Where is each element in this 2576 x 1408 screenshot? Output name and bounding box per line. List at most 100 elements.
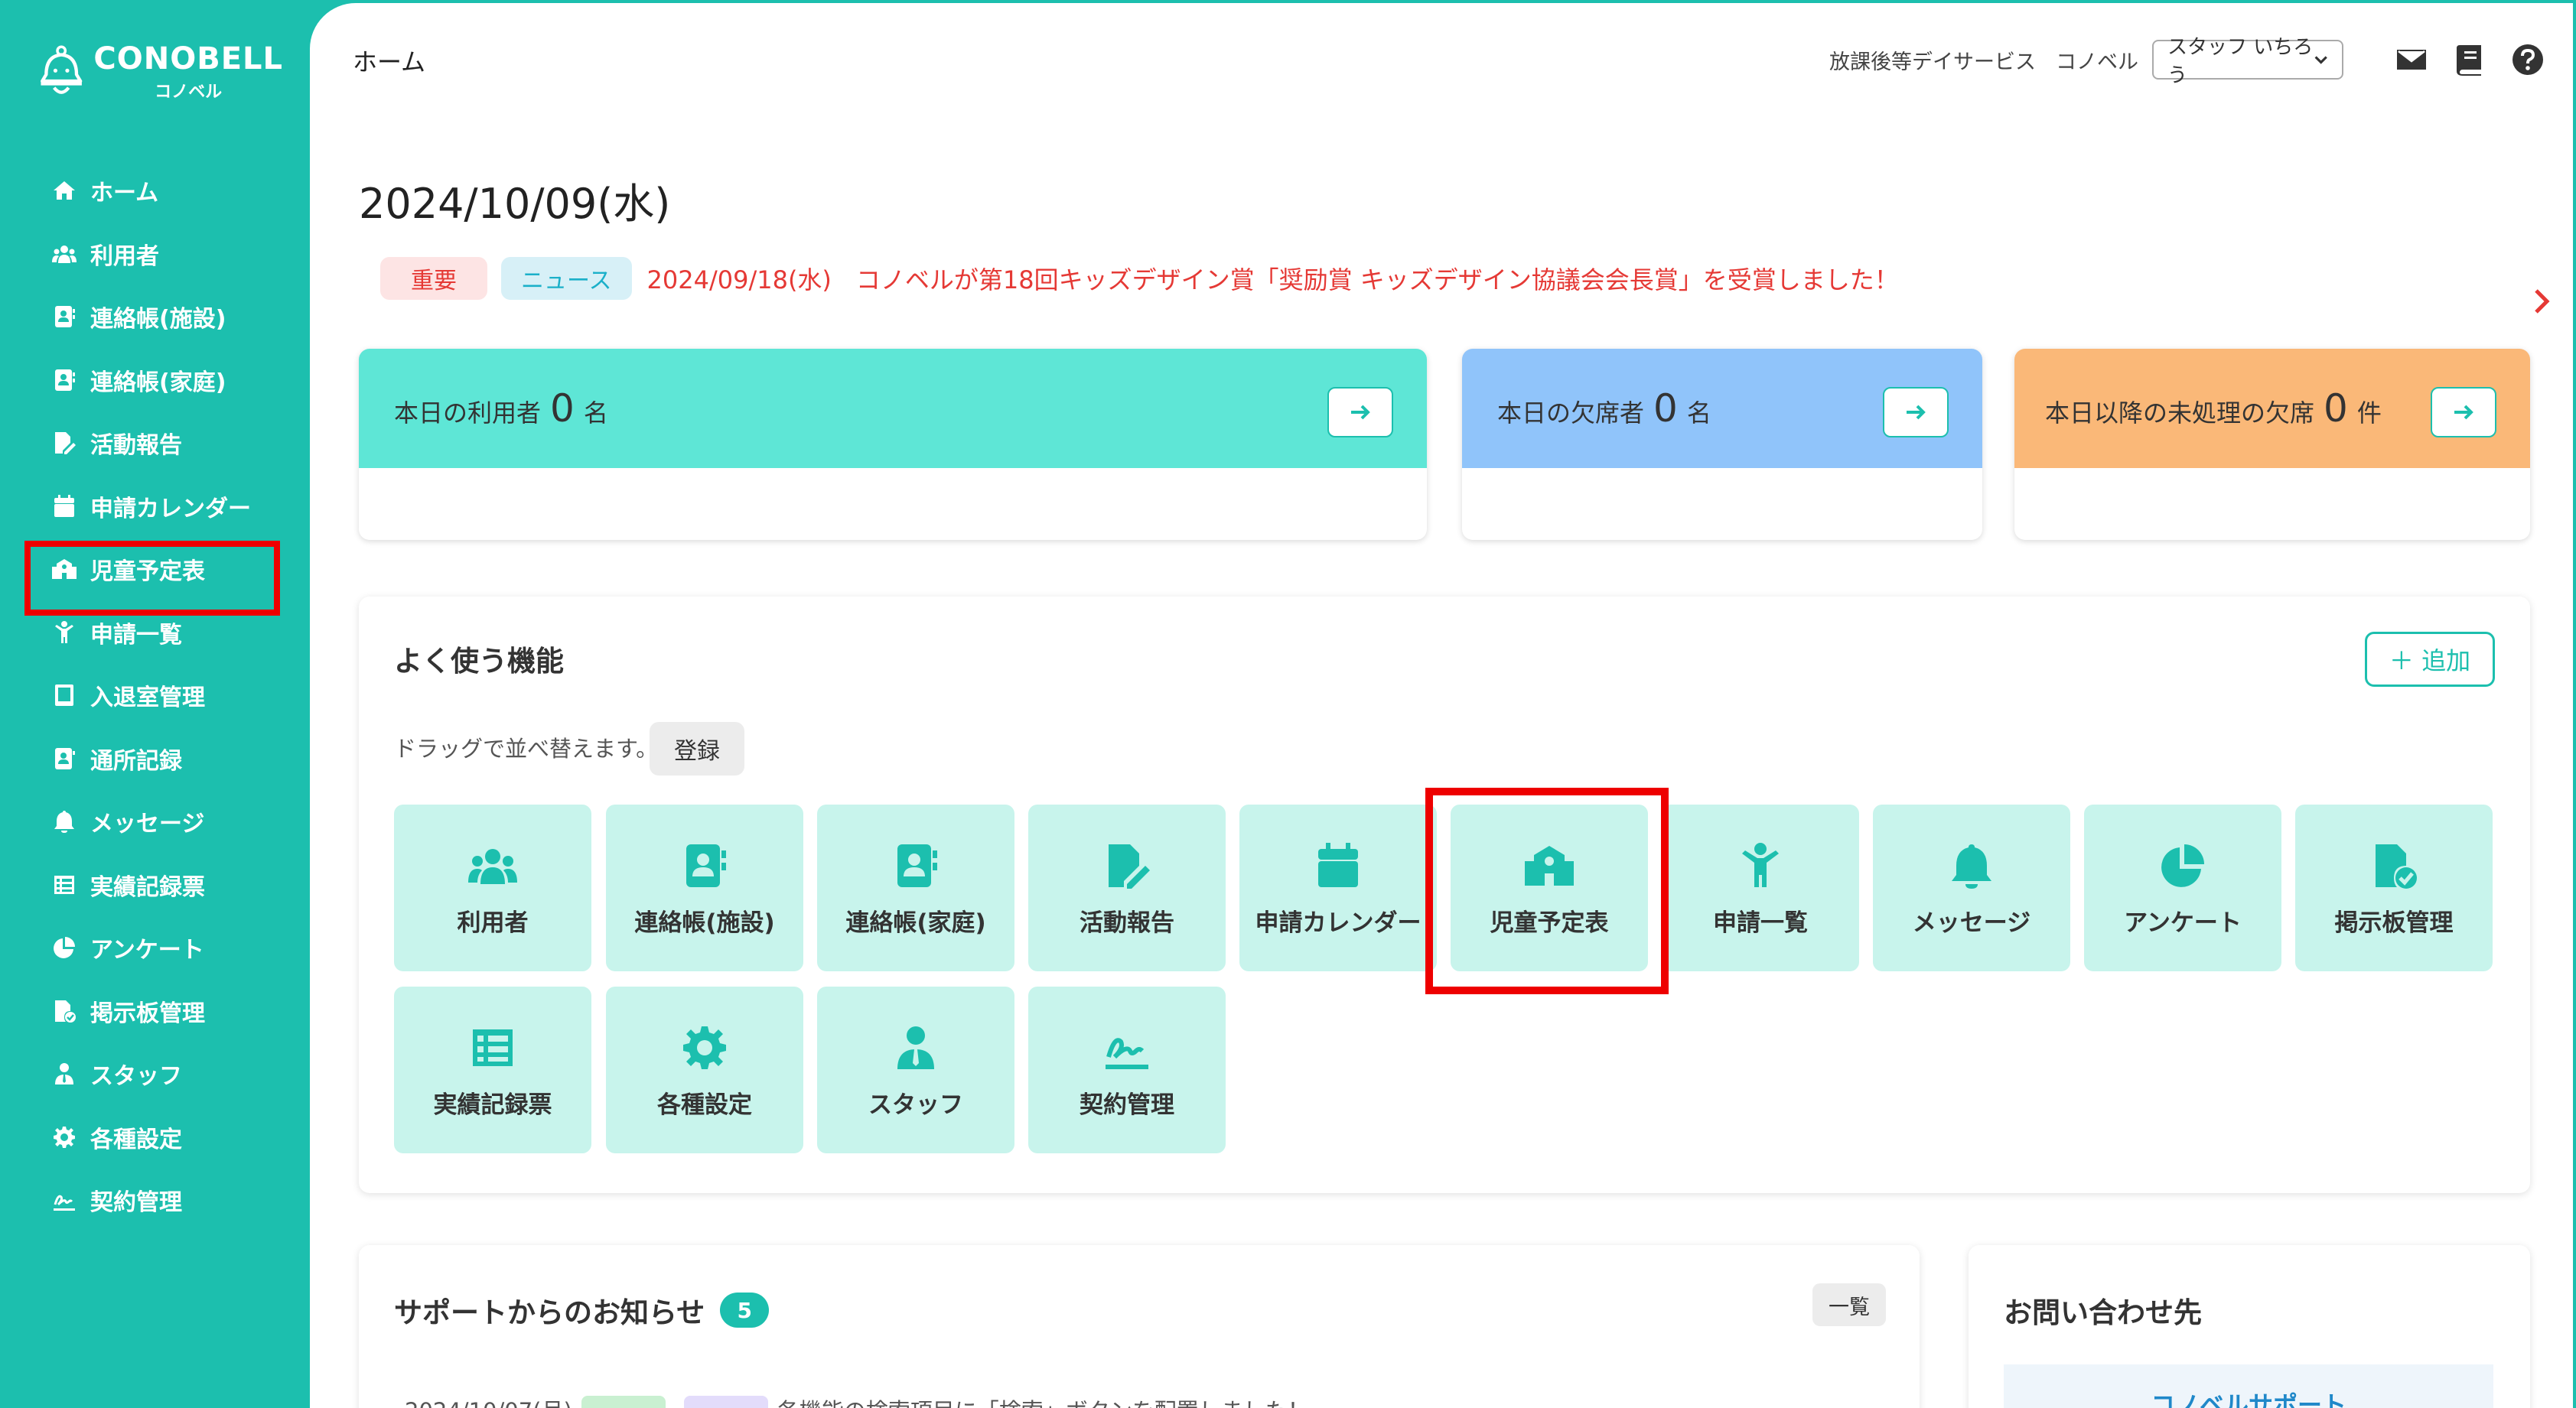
mail-icon[interactable] [2394,42,2429,77]
sidebar-item-label: 申請カレンダー [90,495,251,522]
sidebar-item-entry-exit[interactable]: 入退室管理 [0,664,310,727]
stat-label: 本日以降の未処理の欠席 0 件 [2045,386,2382,431]
tile-board[interactable]: 掲示板管理 [2295,805,2493,971]
sidebar-item-attendance-record[interactable]: 通所記録 [0,727,310,791]
support-link[interactable]: コノベルサポート [2151,1386,2346,1408]
gear-icon [50,1123,78,1151]
sidebar-item-performance-record[interactable]: 実績記録票 [0,854,310,917]
stat-card-users-today: 本日の利用者 0 名 [359,349,1427,540]
sidebar-item-board[interactable]: 掲示板管理 [0,980,310,1043]
sidebar-item-users[interactable]: 利用者 [0,223,310,286]
sidebar-item-request-calendar[interactable]: 申請カレンダー [0,475,310,538]
sidebar-item-settings[interactable]: 各種設定 [0,1106,310,1169]
sidebar-item-staff[interactable]: スタッフ [0,1042,310,1106]
news-badge: ニュース [501,257,632,300]
tile-message[interactable]: メッセージ [1873,805,2070,971]
file-edit-icon [50,429,78,457]
tile-survey[interactable]: アンケート [2084,805,2281,971]
home-icon [50,177,78,204]
tile-contact-home[interactable]: 連絡帳(家庭) [817,805,1014,971]
register-button[interactable]: 登録 [650,722,744,776]
tablet-icon [50,681,78,709]
child-icon [1734,839,1787,893]
logo[interactable]: CONOBELL コノベル [38,37,283,107]
contact-book-icon [50,366,78,394]
list-button[interactable]: 一覧 [1812,1283,1886,1326]
drag-hint: ドラッグで並べ替えます。 [394,736,659,762]
sidebar-item-label: 連絡帳(施設) [90,306,226,333]
id-card-icon [50,745,78,772]
chevron-down-icon [2314,56,2327,64]
calendar-icon [1311,839,1365,893]
tile-label: 掲示板管理 [2334,909,2454,937]
stat-label: 本日の欠席者 0 名 [1497,386,1711,431]
news-row[interactable]: 重要 ニュース 2024/09/18(水) コノベルが第18回キッズデザイン賞「… [380,257,2553,314]
contact-title: お問い合わせ先 [2004,1296,2202,1329]
top-bar: ホーム 放課後等デイサービス コノベル スタッフ いちろう [310,3,2573,118]
sidebar-item-home[interactable]: ホーム [0,159,310,223]
arrow-right-button[interactable] [1327,387,1393,437]
tile-users[interactable]: 利用者 [394,805,591,971]
tile-contract[interactable]: 契約管理 [1028,987,1226,1153]
support-row[interactable]: 2024/10/07(月) 各機能の検索項目に「検索」ボタンを配置しました！ [405,1393,1310,1408]
book-icon[interactable] [2452,42,2487,77]
breadcrumb[interactable]: ホーム [353,43,425,78]
stat-value: 0 [1653,386,1678,431]
chevron-right-icon[interactable] [2530,286,2553,317]
bell-logo-icon [41,45,83,94]
sidebar-item-label: ホーム [90,180,159,207]
tile-label: 利用者 [457,909,529,937]
tile-contact-facility[interactable]: 連絡帳(施設) [606,805,803,971]
staff-select[interactable]: スタッフ いちろう [2152,36,2343,87]
tile-request-calendar[interactable]: 申請カレンダー [1239,805,1437,971]
arrow-right-icon [1907,405,1926,420]
arrow-right-button[interactable] [2431,387,2496,437]
tile-settings[interactable]: 各種設定 [606,987,803,1153]
stat-card-absent-today: 本日の欠席者 0 名 [1462,349,1982,540]
tile-label: アンケート [2124,909,2242,937]
sidebar: CONOBELL コノベル ホーム 利用者 連絡帳(施設) 連絡帳(家庭) 活動… [0,0,310,1408]
stat-card-unprocessed-absence: 本日以降の未処理の欠席 0 件 [2014,349,2530,540]
file-check-icon [2367,839,2421,893]
add-button[interactable]: ＋ 追加 [2365,632,2495,687]
tile-label: 実績記録票 [433,1091,552,1119]
contact-book-icon [50,303,78,330]
sidebar-item-request-list[interactable]: 申請一覧 [0,601,310,665]
stat-unit: 名 [583,398,608,428]
tile-label: 契約管理 [1080,1091,1174,1119]
stat-card-header: 本日の欠席者 0 名 [1462,349,1982,468]
sidebar-item-activity-report[interactable]: 活動報告 [0,411,310,475]
sidebar-item-contract[interactable]: 契約管理 [0,1169,310,1232]
staff-select-value: スタッフ いちろう [2167,36,2314,87]
sidebar-item-message[interactable]: メッセージ [0,790,310,854]
stat-label-text: 本日以降の未処理の欠席 [2045,398,2315,428]
sidebar-item-label: 入退室管理 [90,684,205,712]
contact-book-icon [678,839,731,893]
signature-icon [1100,1021,1154,1075]
arrow-right-icon [2454,405,2473,420]
file-check-icon [50,997,78,1025]
arrow-right-button[interactable] [1883,387,1949,437]
favorites-title: よく使う機能 [394,645,564,678]
sidebar-item-survey[interactable]: アンケート [0,916,310,980]
tile-staff[interactable]: スタッフ [817,987,1014,1153]
gear-icon [678,1021,731,1075]
news-text[interactable]: 2024/09/18(水) コノベルが第18回キッズデザイン賞「奨励賞 キッズデ… [647,261,1899,296]
support-title-text: サポートからのお知らせ [394,1296,705,1329]
stat-label: 本日の利用者 0 名 [394,386,608,431]
stat-value: 0 [550,386,575,431]
sidebar-item-child-schedule[interactable]: 児童予定表 [0,538,310,616]
tile-request-list[interactable]: 申請一覧 [1662,805,1859,971]
sidebar-item-label: 申請一覧 [90,621,182,649]
tile-performance-record[interactable]: 実績記録票 [394,987,591,1153]
sidebar-item-contact-facility[interactable]: 連絡帳(施設) [0,285,310,349]
sidebar-item-label: 利用者 [90,242,159,270]
tile-activity-report[interactable]: 活動報告 [1028,805,1226,971]
bell-icon [50,808,78,835]
brand-sub: コノベル [155,83,223,102]
stat-unit: 件 [2356,398,2382,428]
help-icon[interactable] [2510,42,2545,77]
users-icon [466,839,519,893]
sidebar-item-contact-home[interactable]: 連絡帳(家庭) [0,349,310,412]
sidebar-nav: ホーム 利用者 連絡帳(施設) 連絡帳(家庭) 活動報告 申請カレンダー 児童予… [0,159,310,1232]
